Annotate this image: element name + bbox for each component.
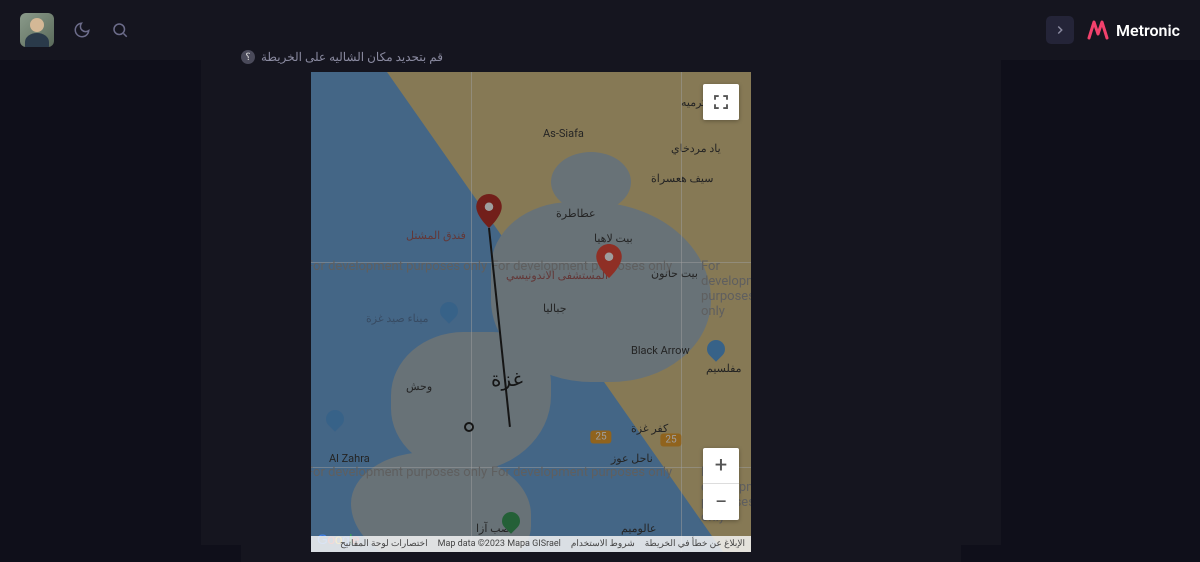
map-urban-area [551,152,631,212]
map-card: قم بتحديد مكان الشاليه على الخريطة ؟ As-… [241,40,961,562]
map-footer-terms[interactable]: شروط الاستخدام [571,539,635,549]
fullscreen-button[interactable] [703,84,739,120]
map-footer-report[interactable]: الإبلاغ عن خطأ في الخريطة [645,539,745,549]
search-icon[interactable] [110,20,130,40]
map-label: مفلسيم [706,362,742,375]
map-label: ميناء صيد غزة [366,312,429,325]
map-label: Al Zahra [329,452,370,465]
map-watermark: For development purposes only [491,465,672,480]
map-watermark: For development purposes only [491,259,672,274]
road-badge: 25 [590,431,611,444]
map-footer: اختصارات لوحة المفاتيح Map data ©2023 Ma… [311,536,751,552]
zoom-in-button[interactable]: + [703,448,739,484]
map-gridline-v [681,72,682,552]
topbar-left [20,13,130,47]
brand[interactable]: Metronic [1086,18,1180,42]
map-label: وحش [406,380,432,393]
map-marker-icon[interactable] [596,244,622,282]
avatar[interactable] [20,13,54,47]
map-route-endpoint [464,422,474,432]
map-label: عالوميم [621,522,656,535]
helper-row: قم بتحديد مكان الشاليه على الخريطة ؟ [241,50,961,72]
map-footer-shortcuts[interactable]: اختصارات لوحة المفاتيح [340,539,428,549]
map-gridline-v [471,72,472,552]
theme-toggle-icon[interactable] [72,20,92,40]
map-label: فندق المشتل [406,229,466,242]
map-watermark: For development purposes only [701,259,751,319]
map-label: جباليا [543,302,567,315]
map-watermark: For development purposes only [311,259,487,274]
map-footer-mapdata[interactable]: Map data ©2023 Mapa GISrael [438,539,561,549]
road-badge: 25 [660,434,681,447]
map-watermark: For development purposes only [311,465,487,480]
map-label: As-Siafa [543,127,584,140]
content-panel: قم بتحديد مكان الشاليه على الخريطة ؟ As-… [201,0,1001,545]
brand-name: Metronic [1116,21,1180,40]
map-label: عطاطرة [556,207,596,220]
helper-text: قم بتحديد مكان الشاليه على الخريطة [261,50,443,64]
map-marker-icon[interactable] [476,194,502,232]
info-icon[interactable]: ؟ [241,50,255,64]
topbar-right: Metronic [1046,16,1180,44]
sidebar-toggle-button[interactable] [1046,16,1074,44]
map-city-label: غزة [491,367,523,391]
brand-logo-icon [1086,18,1110,42]
map-label: سيف هعسراة [651,172,713,185]
map-label: ناحل عوز [611,452,653,465]
zoom-out-button[interactable]: − [703,484,739,520]
zoom-controls: + − [703,448,739,520]
map-label: ياد مردخاي [671,142,721,155]
map-canvas[interactable]: As-Siafa كرميه ياد مردخاي سيف هعسراة عطا… [311,72,751,552]
